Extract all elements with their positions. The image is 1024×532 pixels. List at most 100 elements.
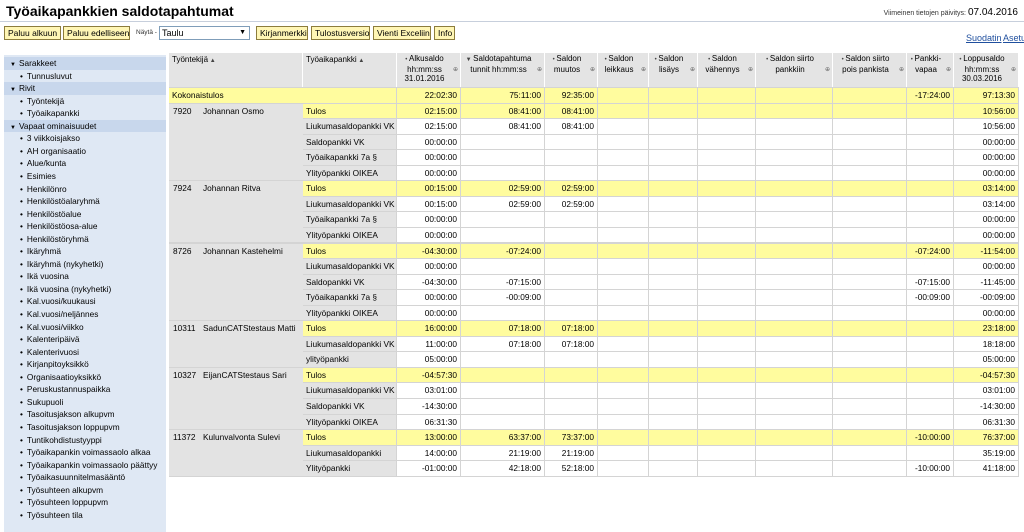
value-cell xyxy=(649,259,698,275)
sidebar-item[interactable]: • Henkilöstöosa-alue xyxy=(4,220,166,233)
bullet-icon: • xyxy=(20,384,23,395)
sidebar-item[interactable]: • Alue/kunta xyxy=(4,157,166,170)
col-transfer-in-header[interactable]: • Saldon siirto pankkiin ⊕ xyxy=(756,53,833,87)
employee-cell[interactable]: 10327 EijanCATStestaus Sari xyxy=(169,367,303,431)
value-cell: 05:00:00 xyxy=(397,352,461,368)
filter-link[interactable]: Suodatin xyxy=(966,33,1002,43)
value-cell: 06:31:30 xyxy=(397,414,461,431)
sidebar-item[interactable]: • Henkilöstöalue xyxy=(4,208,166,221)
sidebar-item[interactable]: • Kalenteripäivä xyxy=(4,333,166,346)
value-cell xyxy=(598,383,649,399)
sidebar-item[interactable]: • Työsuhteen tila xyxy=(4,509,166,522)
bullet-icon: • xyxy=(20,396,23,407)
value-cell: 00:00:00 xyxy=(954,165,1019,182)
view-select[interactable]: Taulu ▼ xyxy=(159,26,250,40)
value-cell: 21:19:00 xyxy=(461,445,545,462)
sidebar-item[interactable]: • Sukupuoli xyxy=(4,396,166,409)
sidebar-item[interactable]: • Kal.vuosi/neljännes xyxy=(4,308,166,321)
sidebar-item[interactable]: • Työaikapankin voimassaolo alkaa xyxy=(4,446,166,459)
column-header-label: Saldon lisäys xyxy=(658,54,684,74)
sidebar-item[interactable]: • AH organisaatio xyxy=(4,145,166,158)
value-cell: 00:00:00 xyxy=(954,305,1019,322)
print-version-button[interactable]: Tulostusversio xyxy=(311,26,370,40)
back-to-start-button[interactable]: Paluu alkuun xyxy=(4,26,61,40)
column-menu-icon[interactable]: ⊕ xyxy=(641,66,646,75)
sidebar-item[interactable]: • Työsuhteen alkupvm xyxy=(4,484,166,497)
column-menu-icon[interactable]: ⊕ xyxy=(690,66,695,75)
column-menu-icon[interactable]: ⊕ xyxy=(1011,66,1016,75)
sidebar-item[interactable]: • 3 viikkoisjakso xyxy=(4,132,166,145)
sidebar-item[interactable]: • Peruskustannuspaikka xyxy=(4,383,166,396)
value-cell xyxy=(756,134,833,151)
column-header-label: Pankki-vapaa xyxy=(914,54,942,74)
value-cell xyxy=(545,352,598,368)
sidebar-item[interactable]: • Henkilönro xyxy=(4,183,166,196)
employee-cell[interactable]: 7920 Johannan Osmo xyxy=(169,103,303,182)
employee-cell[interactable]: 11372 Kulunvalvonta Sulevi xyxy=(169,430,303,477)
column-menu-icon[interactable]: ⊕ xyxy=(946,66,951,75)
col-balance-change-header[interactable]: • Saldon muutos ⊕ xyxy=(545,53,598,87)
value-cell: 02:59:00 xyxy=(461,196,545,213)
sidebar-item[interactable]: • Henkilöstöalaryhmä xyxy=(4,195,166,208)
sidebar-item[interactable]: • Tasoitusjakson alkupvm xyxy=(4,408,166,421)
column-menu-icon[interactable]: ⊕ xyxy=(899,66,904,75)
sidebar-section-header[interactable]: ▼ Sarakkeet xyxy=(4,57,166,70)
back-to-previous-button[interactable]: Paluu edelliseen xyxy=(63,26,130,40)
info-button[interactable]: Info xyxy=(434,26,455,40)
sidebar-item[interactable]: • Organisaatioyksikkö xyxy=(4,371,166,384)
column-menu-icon[interactable]: ⊕ xyxy=(825,66,830,75)
bullet-icon: • xyxy=(20,133,23,144)
sidebar-item[interactable]: • Ikä vuosina xyxy=(4,270,166,283)
employee-cell[interactable]: 8726 Johannan Kastehelmi xyxy=(169,243,303,322)
col-transaction-hours-header[interactable]: ▼ Saldotapahtuma tunnit hh:mm:ss ⊕ xyxy=(461,53,545,87)
column-header-label: Alkusaldo hh:mm:ss 31.01.2016 xyxy=(404,54,445,83)
col-balance-cut-header[interactable]: • Saldon leikkaus ⊕ xyxy=(598,53,649,87)
sidebar-item[interactable]: • Työaikapankin voimassaolo päättyy xyxy=(4,459,166,472)
sidebar-item[interactable]: • Työsuhteen loppupvm xyxy=(4,496,166,509)
value-cell: 07:18:00 xyxy=(461,321,545,337)
sidebar-item[interactable]: • Tuntikohdistustyyppi xyxy=(4,434,166,447)
sidebar-item[interactable]: • Kal.vuosi/kuukausi xyxy=(4,295,166,308)
column-menu-icon[interactable]: ⊕ xyxy=(453,66,458,75)
value-cell xyxy=(545,305,598,322)
column-menu-icon[interactable]: ⊕ xyxy=(590,66,595,75)
sidebar-item[interactable]: • Ikäryhmä xyxy=(4,245,166,258)
sidebar-item[interactable]: • Kal.vuosi/viikko xyxy=(4,321,166,334)
sidebar-section-header[interactable]: ▼ Rivit xyxy=(4,82,166,95)
col-employee-header[interactable]: Työntekijä ▲ xyxy=(169,53,303,87)
settings-link[interactable]: Asetu xyxy=(1003,33,1024,43)
sidebar-item[interactable]: • Henkilöstöryhmä xyxy=(4,233,166,246)
col-balance-reduce-header[interactable]: • Saldon vähennys ⊕ xyxy=(698,53,756,87)
sidebar-item[interactable]: • Esimies xyxy=(4,170,166,183)
col-bank-leave-header[interactable]: • Pankki-vapaa ⊕ xyxy=(907,53,954,87)
value-cell: 00:00:00 xyxy=(397,134,461,151)
col-closing-balance-header[interactable]: • Loppusaldo hh:mm:ss 30.03.2016 ⊕ xyxy=(954,53,1019,87)
value-cell: -07:15:00 xyxy=(907,274,954,291)
sidebar-item[interactable]: • Ikä vuosina (nykyhetki) xyxy=(4,283,166,296)
col-opening-balance-header[interactable]: • Alkusaldo hh:mm:ss 31.01.2016 ⊕ xyxy=(397,53,461,87)
sidebar-item[interactable]: • Kalenterivuosi xyxy=(4,346,166,359)
bullet-icon: • xyxy=(20,95,23,106)
sidebar-item[interactable]: • Työntekijä xyxy=(4,95,166,108)
employee-cell[interactable]: 10311 SadunCATStestaus Matti xyxy=(169,321,303,368)
sidebar-section-header[interactable]: ▼ Vapaat ominaisuudet xyxy=(4,119,166,133)
sidebar-item[interactable]: • Työaikapankki xyxy=(4,107,166,120)
sidebar-item[interactable]: • Kirjanpitoyksikkö xyxy=(4,358,166,371)
sidebar-item-label: Tasoitusjakson alkupvm xyxy=(26,409,115,420)
value-cell xyxy=(649,165,698,182)
value-cell: -10:00:00 xyxy=(907,430,954,446)
sidebar-item[interactable]: • Ikäryhmä (nykyhetki) xyxy=(4,258,166,271)
bookmark-button[interactable]: Kirjanmerkki xyxy=(256,26,308,40)
col-bank-header[interactable]: Työaikapankki ▲ xyxy=(303,53,397,87)
sidebar-item[interactable]: • Tasoitusjakson loppupvm xyxy=(4,421,166,434)
column-menu-icon[interactable]: ⊕ xyxy=(537,66,542,75)
sidebar-item[interactable]: • Työaikasuunnitelmasääntö xyxy=(4,471,166,484)
employee-cell[interactable]: 7924 Johannan Ritva xyxy=(169,181,303,244)
column-menu-icon[interactable]: ⊕ xyxy=(748,66,753,75)
col-balance-add-header[interactable]: • Saldon lisäys ⊕ xyxy=(649,53,698,87)
value-cell xyxy=(756,181,833,197)
sidebar-item[interactable]: • Tunnusluvut xyxy=(4,70,166,83)
col-transfer-out-header[interactable]: • Saldon siirto pois pankista ⊕ xyxy=(833,53,907,87)
sidebar-section-label: Vapaat ominaisuudet xyxy=(18,120,97,131)
export-excel-button[interactable]: Vienti Exceliin xyxy=(373,26,431,40)
